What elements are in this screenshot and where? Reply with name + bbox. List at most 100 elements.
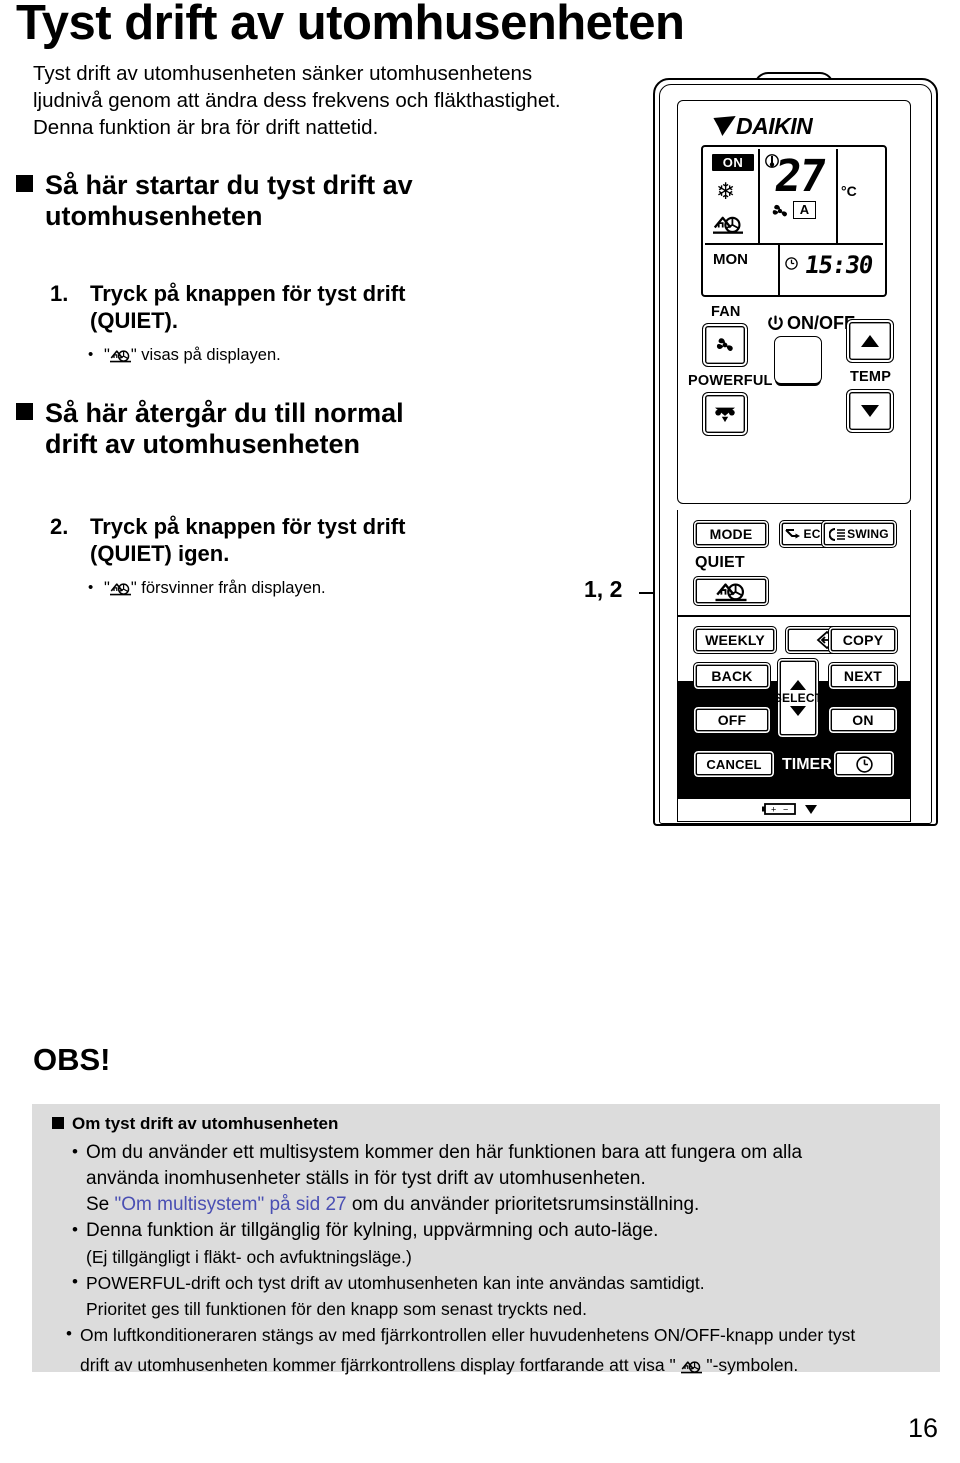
timer-button[interactable] xyxy=(833,750,895,778)
daikin-mark-icon xyxy=(710,116,736,136)
step-1: 1. Tryck på knappen för tyst drift (QUIE… xyxy=(50,280,510,334)
remote-upper-panel: DAIKIN ON ❄ MON 27 °C A 15:30 FAN POWERF… xyxy=(677,100,911,504)
clock-icon xyxy=(855,755,873,773)
lcd-divider xyxy=(778,245,780,295)
onoff-button[interactable] xyxy=(774,336,822,384)
note-line: Prioritet ges till funktionen för den kn… xyxy=(86,1299,587,1319)
note-line: (Ej tillgängligt i fläkt- och avfuktning… xyxy=(86,1247,412,1267)
next-button[interactable]: NEXT xyxy=(828,662,898,690)
section-heading-line1: Så här startar du tyst drift av xyxy=(45,170,413,200)
cancel-button[interactable]: CANCEL xyxy=(693,750,775,778)
lcd-weekday: MON xyxy=(713,251,748,268)
lcd-divider xyxy=(758,149,760,245)
bullet-square-icon xyxy=(52,1117,64,1129)
triangle-up-icon xyxy=(789,679,807,691)
icon-line-suffix: "-symbolen. xyxy=(701,1355,799,1375)
remote-control-illustration: DAIKIN ON ❄ MON 27 °C A 15:30 FAN POWERF… xyxy=(650,70,942,828)
callout-label: 1, 2 xyxy=(584,576,623,602)
icon-line-prefix: drift av utomhusenheten kommer fjärrkont… xyxy=(80,1355,681,1375)
sub-bullet-tail: " försvinner från displayen. xyxy=(130,579,326,597)
quiet-house-icon xyxy=(110,348,131,363)
fan-icon xyxy=(770,202,790,220)
bullet-square-icon xyxy=(16,175,33,192)
temp-down-button[interactable] xyxy=(846,389,894,433)
on-button[interactable]: ON xyxy=(828,706,898,734)
note-line: Denna funktion är tillgänglig för kylnin… xyxy=(86,1220,659,1241)
swing-button[interactable]: SWING xyxy=(821,520,897,548)
step-2: 2. Tryck på knappen för tyst drift (QUIE… xyxy=(50,513,510,567)
note-line-with-link: Se "Om multisystem" på sid 27 om du anvä… xyxy=(86,1192,932,1218)
select-button[interactable]: SELECT xyxy=(774,658,822,738)
mode-button[interactable]: MODE xyxy=(693,520,769,548)
battery-icon: + − xyxy=(762,803,796,815)
lcd-clock: 15:30 xyxy=(803,251,875,279)
triangle-up-icon xyxy=(847,320,893,362)
step-number: 1. xyxy=(50,281,69,306)
step-text-line1: Tryck på knappen för tyst drift xyxy=(90,514,406,539)
bullet-dot-icon: • xyxy=(72,1220,78,1239)
back-button[interactable]: BACK xyxy=(693,662,771,690)
sub-bullet-text: " " visas på displayen. xyxy=(104,345,281,366)
econo-icon xyxy=(785,528,801,538)
quiet-button[interactable] xyxy=(693,576,769,606)
intro-paragraph: Tyst drift av utomhusenheten sänker utom… xyxy=(33,60,633,141)
temp-button-label: TEMP xyxy=(850,369,892,385)
temp-up-button[interactable] xyxy=(846,319,894,363)
notes-heading: Om tyst drift av utomhusenheten xyxy=(52,1114,338,1134)
on-button-label: ON xyxy=(852,712,874,728)
page-number: 16 xyxy=(907,1413,938,1443)
cancel-button-label: CANCEL xyxy=(706,756,762,772)
clock-icon xyxy=(785,257,798,270)
quiet-house-icon xyxy=(681,1359,702,1374)
swing-icon xyxy=(829,527,846,541)
bullet-dot-icon: • xyxy=(88,579,94,596)
quiet-button-label: QUIET xyxy=(695,554,745,571)
snowflake-icon: ❄ xyxy=(716,178,736,204)
weekly-button[interactable]: WEEKLY xyxy=(693,626,777,654)
notes-heading-text: Om tyst drift av utomhusenheten xyxy=(72,1114,339,1133)
lcd-temperature: 27 xyxy=(771,151,828,202)
next-button-label: NEXT xyxy=(843,668,883,684)
link-prefix: Se xyxy=(86,1194,115,1215)
step-text-line2: (QUIET) igen. xyxy=(90,541,230,566)
sub-bullet-text: " " försvinner från displayen. xyxy=(104,578,326,599)
section-heading-line2: drift av utomhusenheten xyxy=(45,429,361,459)
copy-button[interactable]: COPY xyxy=(828,626,898,654)
mode-button-label: MODE xyxy=(709,526,753,542)
note-line: POWERFUL-drift och tyst drift av utomhus… xyxy=(86,1273,705,1293)
note-line: använda inomhusenheter ställs in för tys… xyxy=(86,1168,646,1189)
step-number: 2. xyxy=(50,514,69,539)
powerful-button[interactable] xyxy=(702,392,748,436)
timer-label: TIMER xyxy=(782,756,832,773)
bullet-dot-icon: • xyxy=(88,346,94,363)
lcd-temperature-unit: °C xyxy=(841,183,857,199)
note-line: Om luftkonditioneraren stängs av med fjä… xyxy=(80,1325,856,1345)
multisystem-link[interactable]: "Om multisystem" på sid 27 xyxy=(115,1194,347,1215)
note-item: • Denna funktion är tillgänglig för kyln… xyxy=(72,1218,932,1270)
fan-icon xyxy=(703,324,747,366)
remote-lower-panel: MODE ECONO SWING QUIET xyxy=(677,510,911,822)
notes-title: OBS! xyxy=(33,1042,111,1077)
lcd-divider xyxy=(705,243,883,245)
powerful-button-label: POWERFUL xyxy=(688,373,773,389)
quiet-house-icon xyxy=(110,581,131,596)
step-text-line1: Tryck på knappen för tyst drift xyxy=(90,281,406,306)
bullet-dot-icon: • xyxy=(72,1272,78,1291)
powerful-icon xyxy=(703,393,747,435)
sub-bullet-tail: " visas på displayen. xyxy=(130,346,281,364)
off-button-label: OFF xyxy=(717,712,747,728)
bullet-dot-icon: • xyxy=(72,1142,78,1161)
power-icon xyxy=(768,315,783,330)
section-heading-line1: Så här återgår du till normal xyxy=(45,398,404,428)
back-button-label: BACK xyxy=(711,668,753,684)
sub-bullet-2: • " " försvinner från displayen. xyxy=(88,578,326,599)
battery-indicator: + − xyxy=(762,802,818,816)
quiet-house-icon xyxy=(715,580,747,602)
note-item: • Om luftkonditioneraren stängs av med f… xyxy=(66,1320,946,1380)
weekly-button-label: WEEKLY xyxy=(705,632,765,648)
fan-button[interactable] xyxy=(702,323,748,367)
intro-line: Denna funktion är bra för drift nattetid… xyxy=(33,116,379,139)
onoff-button-label-group: ON/OFF xyxy=(767,313,855,334)
off-button[interactable]: OFF xyxy=(693,706,771,734)
quiet-house-icon xyxy=(713,213,743,235)
